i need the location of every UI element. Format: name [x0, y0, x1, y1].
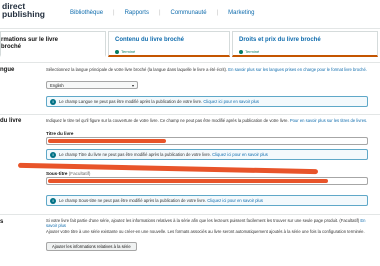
tab-book-content[interactable]: Contenu du livre broché Terminé [108, 31, 230, 57]
info-text: Le champ Titre du livre ne peut pas être… [59, 152, 211, 157]
title-desc-text: Indiquez le titre tel qu'il figure sur l… [46, 118, 289, 123]
nav-library[interactable]: Bibliothèque [70, 10, 103, 16]
title-section: du livre Indiquez le titre tel qu'il fig… [0, 114, 380, 213]
series-section: s Si votre livre fait partie d'une série… [0, 214, 380, 266]
info-text: Le champ Langue ne peut pas être modifié… [59, 99, 203, 104]
title-label: du livre [0, 118, 22, 124]
info-icon: i [50, 152, 56, 158]
chevron-down-icon: ▾ [131, 83, 134, 88]
add-series-button[interactable]: Ajouter les informations relatives à la … [46, 242, 137, 251]
nav-reports[interactable]: Rapports [125, 10, 149, 16]
title-description: Indiquez le titre tel qu'il figure sur l… [46, 118, 376, 123]
series-label: s [0, 219, 4, 225]
info-text: Le champ Sous-titre ne peut pas être mod… [59, 198, 207, 203]
tab-rights-pricing[interactable]: Droits et prix du livre broché Terminé [232, 31, 378, 57]
subtitle-label: Sous-titre (Facultatif) [46, 171, 90, 176]
redaction-mark [48, 179, 328, 183]
step-tabs: rmations sur le livre broché Contenu du … [0, 31, 380, 59]
language-label: ngue [0, 67, 15, 73]
kdp-logo[interactable]: direct publishing [2, 2, 45, 19]
subtitle-label-text: Sous-titre [46, 171, 68, 176]
nav-separator: | [158, 10, 161, 16]
nav-marketing[interactable]: Marketing [228, 10, 254, 16]
tab-title: rmations sur le livre broché [1, 37, 59, 50]
redaction-mark [48, 139, 166, 143]
check-icon [115, 49, 119, 54]
tab-status: Terminé [115, 49, 135, 54]
check-icon [239, 49, 243, 54]
main-nav: Bibliothèque | Rapports | Communauté | M… [70, 10, 254, 16]
title-help-link[interactable]: Pour en savoir plus sur les titres de li… [290, 118, 368, 123]
series-desc-text: Si votre livre fait partie d'une série, … [46, 218, 360, 223]
info-link[interactable]: Cliquez ici pour en savoir plus [203, 99, 259, 104]
subtitle-info-alert: i Le champ Sous-titre ne peut pas être m… [46, 195, 368, 206]
tab-status: Terminé [239, 49, 259, 54]
info-link[interactable]: Cliquez ici pour en savoir plus [212, 152, 268, 157]
optional-tag: (Facultatif) [68, 171, 91, 176]
language-section: ngue Sélectionnez la langue principale d… [0, 62, 380, 115]
series-description-2: Ajouter votre titre à une série existant… [46, 229, 365, 234]
tab-title: Contenu du livre broché [115, 37, 185, 43]
info-icon: i [50, 198, 56, 204]
book-title-label: Titre du livre [46, 131, 74, 136]
language-select-value: English [50, 83, 64, 88]
tab-title: Droits et prix du livre broché [239, 37, 321, 43]
nav-community[interactable]: Communauté [171, 10, 207, 16]
language-desc-text: Sélectionnez la langue principale de vot… [46, 67, 228, 72]
tab-status-label: Terminé [245, 49, 260, 54]
tab-status-label: Terminé [121, 49, 136, 54]
title-info-alert: i Le champ Titre du livre ne peut pas êt… [46, 149, 368, 160]
nav-separator: | [216, 10, 219, 16]
info-link[interactable]: Cliquez ici pour en savoir plus [207, 198, 263, 203]
info-icon: i [50, 99, 56, 105]
nav-separator: | [113, 10, 115, 16]
series-description: Si votre livre fait partie d'une série, … [46, 218, 376, 228]
language-info-alert: i Le champ Langue ne peut pas être modif… [46, 96, 368, 107]
language-description: Sélectionnez la langue principale de vot… [46, 67, 376, 72]
tab-book-details[interactable]: rmations sur le livre broché [0, 31, 106, 57]
logo-line2: publishing [2, 9, 45, 19]
top-header: direct publishing Bibliothèque | Rapport… [0, 0, 380, 29]
language-select[interactable]: English ▾ [46, 81, 138, 89]
language-help-link[interactable]: En savoir plus sur les langues prises en… [228, 67, 367, 72]
